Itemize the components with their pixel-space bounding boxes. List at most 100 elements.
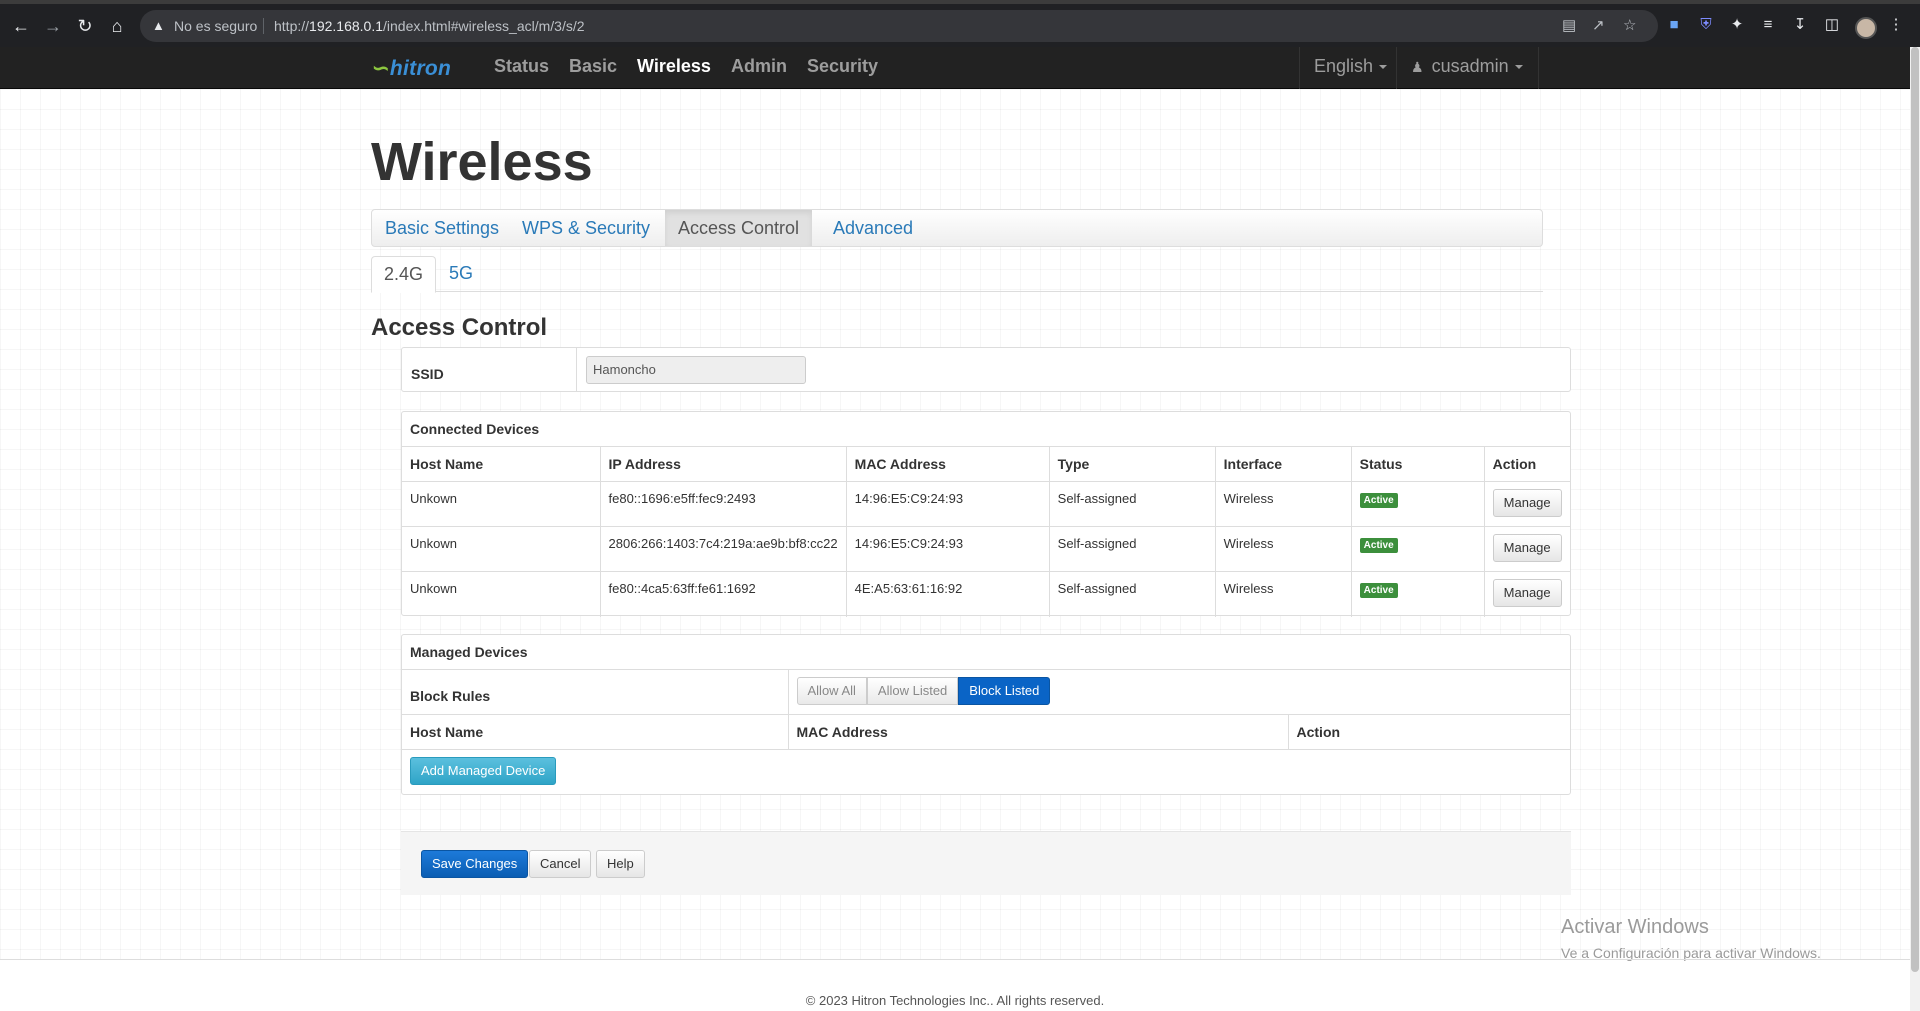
logo-text: hitron (389, 57, 452, 80)
connected-devices-title: Connected Devices (410, 421, 540, 437)
form-actions: Save Changes Cancel Help (401, 831, 1571, 895)
scrollbar-thumb[interactable] (1911, 47, 1919, 972)
top-navbar: ∽hitron Status Basic Wireless Admin Secu… (0, 47, 1910, 89)
allow-listed-option[interactable]: Allow Listed (866, 677, 959, 705)
reload-icon[interactable]: ↻ (74, 15, 96, 37)
share-icon[interactable]: ↗ (1592, 10, 1605, 42)
url-host: 192.168.0.1 (309, 18, 383, 34)
puzzle-icon[interactable]: ✦ (1727, 15, 1747, 35)
user-label: cusadmin (1431, 56, 1509, 76)
table-header-row: Host Name MAC Address Action (402, 714, 1570, 750)
security-status[interactable]: No es seguro (174, 10, 257, 42)
address-bar[interactable]: ▲ No es seguro http://192.168.0.1/index.… (140, 10, 1658, 42)
save-changes-button[interactable]: Save Changes (421, 850, 529, 878)
table-row: Unkown 2806:266:1403:7c4:219a:ae9b:bf8:c… (402, 526, 1570, 572)
nav-status[interactable]: Status (494, 47, 549, 89)
download-icon[interactable]: ↧ (1790, 15, 1810, 35)
nav-admin[interactable]: Admin (731, 47, 787, 89)
address-divider (263, 18, 264, 34)
interface-cell: Wireless (1214, 571, 1352, 617)
back-icon[interactable]: ← (10, 15, 32, 37)
mac-address-cell: 14:96:E5:C9:24:93 (845, 481, 1050, 527)
hitron-logo[interactable]: ∽hitron (372, 56, 451, 81)
ssid-field: Hamoncho (586, 356, 806, 384)
warning-icon[interactable]: ▲ (152, 10, 165, 42)
logo-swoosh-icon: ∽ (372, 57, 390, 80)
column-header: Host Name (402, 714, 788, 750)
interface-cell: Wireless (1214, 526, 1352, 572)
column-header: Host Name (402, 446, 600, 482)
ssid-label: SSID (411, 366, 444, 382)
status-cell: Active (1350, 571, 1485, 617)
add-managed-device-button[interactable]: Add Managed Device (410, 757, 557, 785)
nav-basic[interactable]: Basic (569, 47, 617, 89)
tab-2-4g[interactable]: 2.4G (371, 256, 437, 293)
status-cell: Active (1350, 481, 1485, 527)
language-dropdown[interactable]: English (1299, 47, 1401, 89)
extension-icon[interactable]: ■ (1664, 15, 1684, 35)
manage-button[interactable]: Manage (1492, 579, 1562, 607)
interface-cell: Wireless (1214, 481, 1352, 527)
nav-wireless[interactable]: Wireless (637, 47, 711, 89)
column-header: Action (1287, 714, 1570, 750)
allow-all-option[interactable]: Allow All (796, 677, 867, 705)
band-tabs: 2.4G 5G (371, 256, 1543, 293)
manage-button[interactable]: Manage (1492, 489, 1562, 517)
avatar[interactable] (1855, 17, 1877, 39)
queue-icon[interactable]: ≡ (1758, 15, 1778, 35)
mac-address-cell: 14:96:E5:C9:24:93 (845, 526, 1050, 572)
manage-button[interactable]: Manage (1492, 534, 1562, 562)
tab-access-control[interactable]: Access Control (665, 210, 813, 246)
status-badge: Active (1359, 493, 1398, 508)
forward-icon[interactable]: → (42, 15, 64, 37)
ssid-panel: SSID Hamoncho (401, 347, 1571, 392)
ssid-divider (576, 348, 577, 391)
chevron-down-icon (1379, 65, 1388, 70)
managed-devices-title: Managed Devices (410, 644, 528, 660)
managed-devices-table: Block Rules Allow All Allow Listed Block… (402, 669, 1570, 794)
block-listed-option[interactable]: Block Listed (958, 677, 1051, 705)
user-dropdown[interactable]: ♟ cusadmin (1396, 47, 1539, 89)
table-row: Unkown fe80::1696:e5ff:fec9:2493 14:96:E… (402, 481, 1570, 527)
column-header: MAC Address (787, 714, 1288, 750)
windows-activation-watermark: Activar Windows Ve a Configuración para … (1561, 916, 1821, 961)
url-text[interactable]: http://192.168.0.1/index.html#wireless_a… (274, 10, 585, 42)
action-cell: Manage (1483, 526, 1570, 572)
add-device-cell: Add Managed Device (402, 749, 1570, 794)
shield-icon[interactable]: ⛨ (1696, 15, 1716, 35)
footer-copyright: © 2023 Hitron Technologies Inc.. All rig… (805, 993, 1105, 1008)
home-icon[interactable]: ⌂ (106, 15, 128, 37)
help-button[interactable]: Help (596, 850, 645, 878)
column-header: MAC Address (845, 446, 1050, 482)
column-header: Type (1048, 446, 1216, 482)
mac-address-cell: 4E:A5:63:61:16:92 (845, 571, 1050, 617)
ip-address-cell: fe80::4ca5:63ff:fe61:1692 (599, 571, 847, 617)
translate-icon[interactable]: ▤ (1562, 10, 1576, 42)
page-scrollbar[interactable] (1910, 47, 1920, 1011)
status-badge: Active (1359, 583, 1398, 598)
table-header-row: Host Name IP Address MAC Address Type In… (402, 446, 1570, 482)
column-header: Action (1483, 446, 1570, 482)
action-cell: Manage (1483, 571, 1570, 617)
ip-address-cell: fe80::1696:e5ff:fec9:2493 (599, 481, 847, 527)
url-path: /index.html#wireless_acl/m/3/s/2 (383, 18, 585, 34)
tab-5g[interactable]: 5G (437, 256, 485, 292)
action-cell: Manage (1483, 481, 1570, 527)
add-device-row: Add Managed Device (402, 749, 1570, 794)
nav-security[interactable]: Security (807, 47, 878, 89)
tab-wps-security[interactable]: WPS & Security (509, 210, 663, 246)
browser-toolbar: ← → ↻ ⌂ ▲ No es seguro http://192.168.0.… (0, 0, 1920, 47)
user-icon: ♟ (1411, 59, 1424, 75)
tab-basic-settings[interactable]: Basic Settings (372, 210, 512, 246)
connected-devices-table: Host Name IP Address MAC Address Type In… (402, 446, 1570, 617)
table-row: Unkown fe80::4ca5:63ff:fe61:1692 4E:A5:6… (402, 571, 1570, 617)
watermark-title: Activar Windows (1561, 916, 1709, 938)
host-name-cell: Unkown (402, 481, 600, 527)
menu-icon[interactable]: ⋮ (1886, 15, 1906, 35)
cancel-button[interactable]: Cancel (529, 850, 592, 878)
star-icon[interactable]: ☆ (1623, 10, 1636, 42)
block-rules-row: Block Rules Allow All Allow Listed Block… (402, 669, 1570, 715)
column-header: Interface (1214, 446, 1352, 482)
tab-advanced[interactable]: Advanced (820, 210, 926, 246)
sidebar-icon[interactable]: ◫ (1822, 15, 1842, 35)
